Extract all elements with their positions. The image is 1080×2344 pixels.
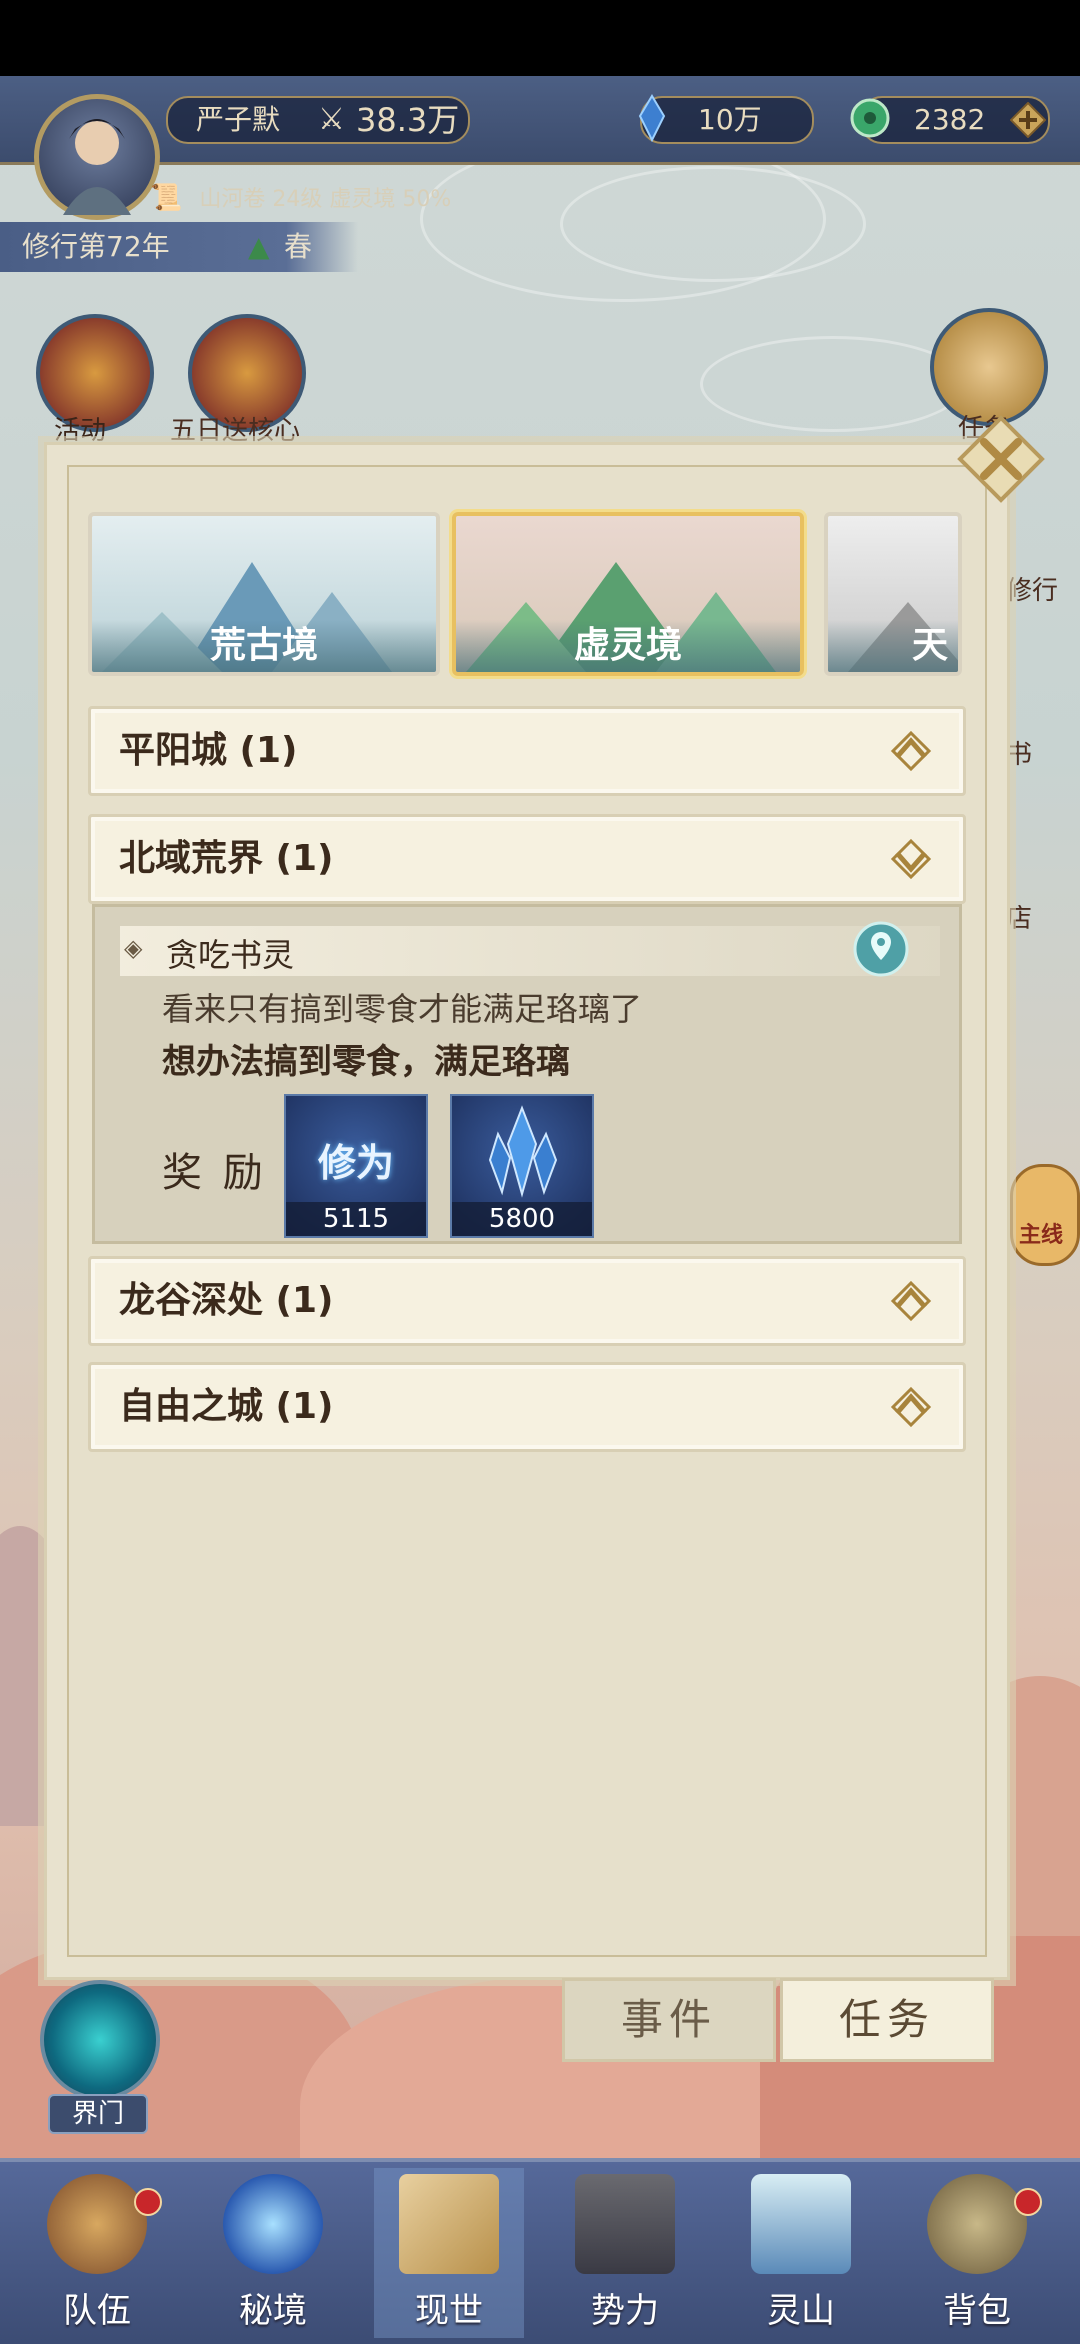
reward-count: 5115 xyxy=(286,1202,426,1236)
season-text: 春 xyxy=(284,230,313,263)
realm-progress-text: 山河卷 24级 虚灵境 50% xyxy=(199,187,452,212)
nav-secret-realm[interactable]: 秘境 xyxy=(198,2168,348,2338)
section-title: 平阳城 (1) xyxy=(119,730,298,771)
reward-label: 奖 励 xyxy=(162,1150,267,1196)
close-icon xyxy=(957,415,1045,503)
nav-label: 背包 xyxy=(943,2291,1011,2331)
nav-label: 势力 xyxy=(591,2291,659,2331)
pagoda-icon xyxy=(575,2174,675,2274)
notification-dot xyxy=(134,2188,162,2216)
nav-backpack[interactable]: 背包 xyxy=(902,2168,1052,2338)
task-bullet-icon: ◈ xyxy=(124,934,143,962)
year-text: 修行第72年 xyxy=(22,230,170,263)
task-header[interactable]: ◈ 贪吃书灵 xyxy=(120,926,940,976)
reward-name: 修为 xyxy=(317,1140,394,1185)
section-title: 自由之城 (1) xyxy=(119,1386,334,1427)
player-name: 严子默 xyxy=(196,103,281,136)
crystal-reward-icon xyxy=(488,1105,558,1198)
realm-tab-1[interactable]: 虚灵境 xyxy=(452,512,804,676)
power-value: 38.3万 xyxy=(356,101,460,139)
notification-dot xyxy=(1014,2188,1042,2216)
section-beiyu[interactable]: 北域荒界 (1) xyxy=(88,814,966,904)
currency1-value: 10万 xyxy=(698,103,762,136)
nav-label: 秘境 xyxy=(239,2291,307,2331)
nav-label: 队伍 xyxy=(63,2291,131,2331)
mountain-icon xyxy=(751,2174,851,2274)
events-tab-button[interactable]: 事件 xyxy=(562,1978,776,2062)
realm-tab-0[interactable]: 荒古境 xyxy=(88,512,440,676)
realm-progress-line[interactable]: 📜 山河卷 24级 虚灵境 50% xyxy=(150,180,451,216)
power-icon: ⚔ xyxy=(318,102,345,137)
nav-spirit-mountain[interactable]: 灵山 xyxy=(726,2168,876,2338)
vortex-icon xyxy=(223,2174,323,2274)
task-description: 看来只有搞到零食才能满足珞璃了 xyxy=(162,990,643,1028)
task-goal: 想办法搞到零食，满足珞璃 xyxy=(162,1042,570,1082)
realm-tab-label: 天 xyxy=(828,620,958,672)
mainline-button[interactable]: 主线 xyxy=(1010,1164,1080,1266)
bag-icon xyxy=(927,2174,1027,2274)
scroll-icon: 📜 xyxy=(150,183,183,213)
nav-label: 灵山 xyxy=(767,2291,835,2331)
currency1-pill[interactable]: 10万 xyxy=(638,94,814,144)
mainline-label: 主线 xyxy=(1019,1223,1064,1248)
year-bar: 修行第72年 ▲ 春 xyxy=(0,222,358,272)
gate-label: 界门 xyxy=(48,2094,148,2134)
realm-tab-label: 虚灵境 xyxy=(456,620,800,672)
add-currency-icon[interactable] xyxy=(1010,102,1046,138)
section-title: 龙谷深处 (1) xyxy=(119,1280,334,1321)
task-name: 贪吃书灵 xyxy=(166,936,295,974)
map-scroll-icon xyxy=(399,2174,499,2274)
expand-icon xyxy=(890,1280,932,1322)
expand-icon xyxy=(890,1386,932,1428)
crystal-icon xyxy=(638,94,666,142)
player-name-pill: 严子默 ⚔ 38.3万 xyxy=(166,96,470,144)
expand-icon xyxy=(890,730,932,772)
collapse-icon xyxy=(890,838,932,880)
status-bar xyxy=(0,0,1080,76)
tree-icon: ▲ xyxy=(248,230,270,263)
section-title: 北域荒界 (1) xyxy=(119,838,334,879)
reward-item-crystal[interactable]: 5800 xyxy=(450,1094,594,1238)
section-ziyou[interactable]: 自由之城 (1) xyxy=(88,1362,966,1452)
tasks-tab-button[interactable]: 任务 xyxy=(780,1978,994,2062)
realm-tab-label: 荒古境 xyxy=(92,620,436,672)
nav-faction[interactable]: 势力 xyxy=(550,2168,700,2338)
jade-coin-icon xyxy=(850,98,890,138)
close-button[interactable] xyxy=(956,414,1046,504)
nav-team[interactable]: 队伍 xyxy=(22,2168,172,2338)
currency2-pill[interactable]: 2382 xyxy=(850,96,1050,144)
nav-label: 现世 xyxy=(415,2291,483,2331)
section-longgu[interactable]: 龙谷深处 (1) xyxy=(88,1256,966,1346)
practice-label: 修行 xyxy=(1006,576,1059,606)
navigate-location-button[interactable] xyxy=(852,920,910,978)
player-avatar[interactable] xyxy=(34,94,160,220)
reward-count: 5800 xyxy=(452,1202,592,1236)
nav-world[interactable]: 现世 xyxy=(374,2168,524,2338)
avatar-portrait-icon xyxy=(63,119,131,215)
team-icon xyxy=(47,2174,147,2274)
realm-tab-2[interactable]: 天 xyxy=(824,512,962,676)
currency2-value: 2382 xyxy=(914,103,986,136)
section-pingyang[interactable]: 平阳城 (1) xyxy=(88,706,966,796)
gate-button[interactable] xyxy=(40,1980,160,2100)
reward-item-xiuwei[interactable]: 修为 5115 xyxy=(284,1094,428,1238)
location-pin-icon xyxy=(853,921,909,977)
